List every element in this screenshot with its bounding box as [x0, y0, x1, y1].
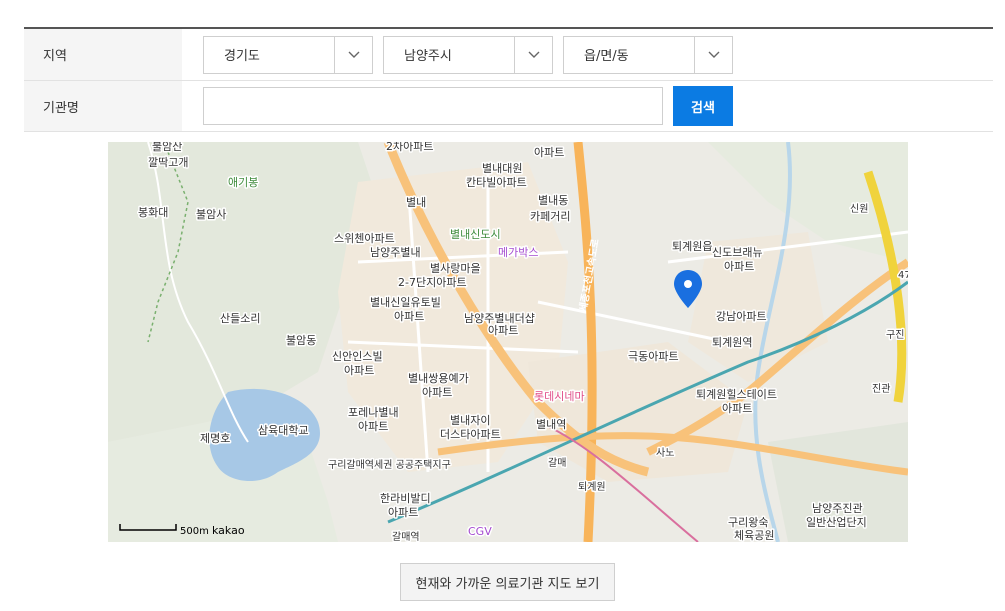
- map-label: 아파트: [722, 402, 752, 415]
- map-label: 불암산: [152, 142, 182, 153]
- map-label: 신안인스빌: [332, 350, 383, 363]
- map-label: 퇴계원읍: [672, 240, 712, 253]
- map-label: 불암사: [196, 208, 226, 221]
- region-label: 지역: [24, 29, 182, 80]
- map-label: 2차아파트: [386, 142, 433, 153]
- map-label: 별내자이: [450, 414, 490, 427]
- region-row: 지역 경기도 남양주시 읍/면/동: [24, 29, 993, 81]
- map-label: 47: [898, 270, 908, 281]
- map-label: 신원: [850, 203, 868, 215]
- map-label: 아파트: [358, 420, 388, 433]
- map-label: 아파트: [534, 146, 564, 159]
- map-label: 카페거리: [530, 210, 570, 223]
- search-button[interactable]: 검색: [673, 86, 733, 126]
- map-label: 아파트: [394, 310, 424, 323]
- map-provider-logo: kakao: [212, 524, 245, 537]
- map-label: 깔딱고개: [148, 155, 188, 169]
- map-label: 아파트: [724, 260, 754, 273]
- map-label: 별내대원: [482, 162, 522, 175]
- chevron-down-icon: [694, 36, 732, 73]
- map-label: 별내역: [536, 418, 566, 431]
- chevron-down-icon: [514, 36, 552, 73]
- map-label: 별사랑마을: [430, 262, 481, 275]
- map-label: 아파트: [344, 364, 374, 377]
- org-row: 기관명 검색: [24, 81, 993, 132]
- map-label: 칸타빌아파트: [466, 176, 527, 189]
- city-value: 남양주시: [404, 49, 452, 64]
- map-label: 극동아파트: [628, 350, 679, 363]
- map-label: 갈매역: [392, 530, 420, 542]
- chevron-down-icon: [334, 36, 372, 73]
- map-label: 스위첸아파트: [334, 232, 395, 245]
- map-label: 진관: [872, 383, 890, 395]
- map-label: 일반산업단지: [806, 515, 867, 529]
- district-value: 읍/면/동: [584, 49, 629, 64]
- map-label: CGV: [468, 525, 492, 538]
- map-label: 별내신일유토빌: [370, 295, 441, 309]
- region-selects: 경기도 남양주시 읍/면/동: [182, 35, 993, 74]
- map-label: 제명호: [200, 432, 230, 445]
- map-label: 별내: [406, 196, 426, 209]
- city-select[interactable]: 남양주시: [383, 35, 553, 74]
- map-view[interactable]: 불암산 깔딱고개 애기봉 봉화대 불암사 산들소리 불암동 삼육대학교 제명호 …: [108, 142, 908, 542]
- map-label: 퇴계원: [578, 481, 606, 493]
- map-label: 신도브래뉴: [712, 246, 763, 259]
- map-label: 체육공원: [734, 529, 774, 542]
- map-label: 별내동: [538, 194, 568, 207]
- map-label: 구리갈매역세권 공공주택지구: [328, 458, 451, 471]
- map-label: 갈매: [548, 456, 566, 469]
- map-label: 아파트: [422, 386, 452, 399]
- map-label: 아파트: [488, 324, 518, 337]
- map-label: 한라비발디: [380, 492, 431, 505]
- map-label: 남양주진관: [812, 502, 863, 515]
- map-label: 구진: [886, 329, 904, 341]
- map-label: 2-7단지아파트: [398, 276, 467, 289]
- province-value: 경기도: [224, 49, 260, 64]
- map-label: 불암동: [286, 334, 316, 347]
- map-label: 사노: [656, 447, 674, 459]
- map-label: 별내쌍용예가: [408, 372, 469, 385]
- map-label: 롯데시네마: [534, 390, 585, 403]
- scale-text: 500m: [180, 526, 209, 537]
- map-label: 강남아파트: [716, 310, 767, 323]
- district-select[interactable]: 읍/면/동: [563, 35, 733, 74]
- org-name-input[interactable]: [203, 87, 663, 125]
- map-label: 삼육대학교: [258, 424, 309, 437]
- map-label: 별내신도시: [450, 228, 501, 241]
- org-label: 기관명: [24, 81, 182, 131]
- province-select[interactable]: 경기도: [203, 35, 373, 74]
- search-form: 지역 경기도 남양주시 읍/면/동 기관명 검색: [24, 27, 993, 132]
- map-label: 산들소리: [220, 312, 260, 325]
- map-label: 퇴계원역: [712, 336, 752, 349]
- map-label: 더스타아파트: [440, 428, 501, 441]
- map-label: 봉화대: [138, 206, 168, 219]
- map-label: 포레나별내: [348, 406, 399, 419]
- map-label: 애기봉: [228, 176, 258, 189]
- map-label: 구리왕숙: [728, 516, 768, 529]
- org-cell: 검색: [182, 86, 993, 126]
- nearby-map-button[interactable]: 현재와 가까운 의료기관 지도 보기: [400, 563, 615, 601]
- map-label: 남양주별내: [370, 246, 421, 259]
- map-label: 퇴계원힐스테이트: [696, 388, 777, 401]
- map-label: 아파트: [388, 506, 418, 519]
- map-label: 메가박스: [498, 246, 538, 259]
